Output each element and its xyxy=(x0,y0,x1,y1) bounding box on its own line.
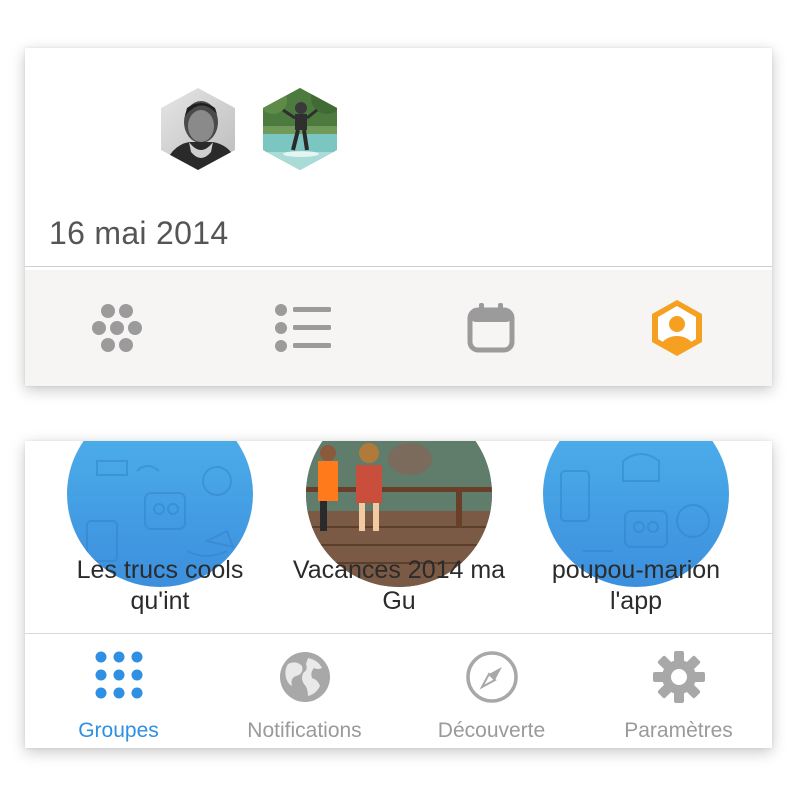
group-title: Les trucs cools qu'int xyxy=(76,556,244,615)
list-icon[interactable] xyxy=(273,298,333,358)
group-item[interactable]: Vacances 2014 ma Gu xyxy=(293,441,505,615)
tab-label: Paramètres xyxy=(624,719,733,742)
group-item[interactable]: Les trucs cools qu'int xyxy=(67,441,253,615)
avatar-photo-man xyxy=(161,88,235,170)
group-item[interactable]: poupou-marion l'app xyxy=(543,441,729,615)
event-date: 16 mai 2014 xyxy=(49,215,229,251)
tab-label: Découverte xyxy=(437,719,546,742)
divider xyxy=(25,266,772,267)
groups-icon[interactable] xyxy=(87,298,147,358)
tab-groupes[interactable]: Groupes xyxy=(25,634,212,748)
tab-label: Notifications xyxy=(247,719,362,742)
group-title: Vacances 2014 ma Gu xyxy=(292,556,506,615)
globe-icon xyxy=(211,650,398,704)
event-toolbar xyxy=(25,270,772,386)
tab-decouverte[interactable]: Découverte xyxy=(398,634,585,748)
group-title: poupou-marion l'app xyxy=(551,556,721,615)
avatar-photo-waterskier xyxy=(263,88,337,170)
compass-icon xyxy=(398,650,585,704)
gear-icon xyxy=(585,650,772,704)
avatar[interactable] xyxy=(155,86,241,172)
event-card: 16 mai 2014 xyxy=(25,48,772,386)
tab-bar: Groupes Notifications Découverte Paramèt… xyxy=(25,633,772,748)
tab-parametres[interactable]: Paramètres xyxy=(585,634,772,748)
tab-label: Groupes xyxy=(78,719,159,742)
profile-icon[interactable] xyxy=(647,298,707,358)
groups-screen: Les trucs cools qu'int Vacances 2014 ma xyxy=(25,441,772,748)
tab-notifications[interactable]: Notifications xyxy=(211,634,398,748)
calendar-icon[interactable] xyxy=(461,298,521,358)
dots-grid-icon xyxy=(25,650,212,700)
avatar[interactable] xyxy=(257,86,343,172)
